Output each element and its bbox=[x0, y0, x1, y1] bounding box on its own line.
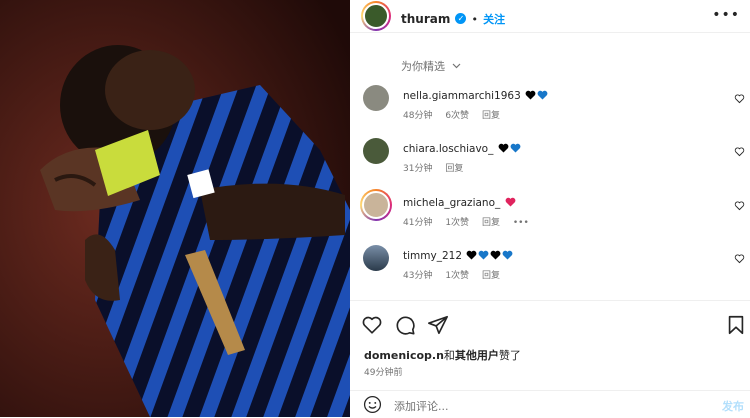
heart-emoji-icon bbox=[537, 90, 548, 100]
photo-illustration bbox=[0, 0, 350, 417]
reply-button[interactable]: 回复 bbox=[482, 111, 500, 121]
comment-input[interactable]: 添加评论... bbox=[394, 398, 449, 414]
comment-time: 48分钟 bbox=[403, 111, 433, 121]
separator: • bbox=[471, 13, 479, 26]
commenter-name[interactable]: nella.giammarchi1963 bbox=[403, 90, 521, 102]
smiley-icon[interactable] bbox=[363, 395, 382, 414]
comment-likes[interactable]: 1次赞 bbox=[445, 271, 469, 281]
heart-emoji-icon bbox=[478, 250, 489, 260]
like-comment-icon[interactable] bbox=[734, 200, 745, 211]
commenter-avatar[interactable] bbox=[363, 85, 389, 111]
comment-likes[interactable]: 6次赞 bbox=[445, 111, 469, 121]
profile-avatar[interactable] bbox=[361, 1, 391, 31]
commenter-avatar[interactable] bbox=[363, 245, 389, 271]
comment-time: 43分钟 bbox=[403, 271, 433, 281]
post-time[interactable]: 49分钟前 bbox=[364, 365, 402, 378]
paper-plane-icon[interactable] bbox=[427, 314, 449, 336]
liked-user[interactable]: domenicop.n bbox=[364, 349, 444, 362]
post-header: thuram ✓ • 关注 ••• bbox=[350, 0, 750, 33]
liked-and: 和 bbox=[443, 349, 455, 362]
comment-likes[interactable]: 1次赞 bbox=[445, 218, 469, 228]
sort-label: 为你精选 bbox=[401, 60, 445, 73]
likes-summary[interactable]: domenicop.n和其他用户赞了 bbox=[364, 347, 521, 363]
commenter-avatar[interactable] bbox=[360, 189, 392, 221]
comment-item: nella.giammarchi1963 48分钟 6次赞 回复 bbox=[350, 85, 750, 135]
liked-suffix: 赞了 bbox=[498, 349, 521, 362]
reply-button[interactable]: 回复 bbox=[445, 164, 463, 174]
bookmark-icon[interactable] bbox=[725, 314, 747, 336]
heart-emoji-icon bbox=[502, 250, 513, 260]
comment-item: michela_graziano_ 41分钟 1次赞 回复 ••• bbox=[350, 189, 750, 242]
comment-bar: 添加评论... 发布 bbox=[350, 390, 750, 418]
post-image[interactable] bbox=[0, 0, 350, 417]
like-comment-icon[interactable] bbox=[734, 146, 745, 157]
reply-button[interactable]: 回复 bbox=[482, 271, 500, 281]
commenter-name[interactable]: chiara.loschiavo_ bbox=[403, 143, 493, 155]
heart-outline-icon[interactable] bbox=[361, 314, 383, 336]
heart-emoji-icons bbox=[465, 250, 513, 262]
heart-emoji-icon bbox=[490, 250, 501, 260]
heart-emoji-icon bbox=[466, 250, 477, 260]
chevron-down-icon bbox=[452, 63, 460, 69]
comment-item: chiara.loschiavo_ 31分钟 回复 bbox=[350, 138, 750, 188]
comment-sort-dropdown[interactable]: 为你精选 bbox=[401, 58, 461, 74]
commenter-name[interactable]: michela_graziano_ bbox=[403, 197, 500, 209]
heart-emoji-icon bbox=[498, 143, 509, 153]
commenter-avatar[interactable] bbox=[363, 138, 389, 164]
heart-emoji-icon bbox=[505, 197, 516, 207]
post-comment-button[interactable]: 发布 bbox=[722, 398, 744, 414]
comment-more-icon[interactable]: ••• bbox=[513, 218, 529, 228]
heart-emoji-icons bbox=[497, 143, 521, 155]
heart-emoji-icon bbox=[510, 143, 521, 153]
comment-icon[interactable] bbox=[394, 314, 416, 336]
reply-button[interactable]: 回复 bbox=[482, 218, 500, 228]
heart-emoji-icon bbox=[525, 90, 536, 100]
heart-emoji-icons bbox=[504, 197, 516, 209]
liked-others[interactable]: 其他用户 bbox=[455, 349, 499, 362]
like-comment-icon[interactable] bbox=[734, 93, 745, 104]
heart-emoji-icons bbox=[524, 90, 548, 102]
like-comment-icon[interactable] bbox=[734, 253, 745, 264]
comment-time: 41分钟 bbox=[403, 218, 433, 228]
comment-time: 31分钟 bbox=[403, 164, 433, 174]
commenter-name[interactable]: timmy_212 bbox=[403, 250, 462, 262]
verified-badge-icon: ✓ bbox=[455, 13, 467, 24]
username[interactable]: thuram bbox=[401, 12, 450, 26]
follow-button[interactable]: 关注 bbox=[483, 13, 505, 26]
more-options-icon[interactable]: ••• bbox=[712, 7, 740, 23]
post-side-panel: thuram ✓ • 关注 ••• 为你精选 nella.giammarchi1… bbox=[350, 0, 750, 417]
comment-item: timmy_212 43分钟 1次赞 回复 bbox=[350, 245, 750, 295]
